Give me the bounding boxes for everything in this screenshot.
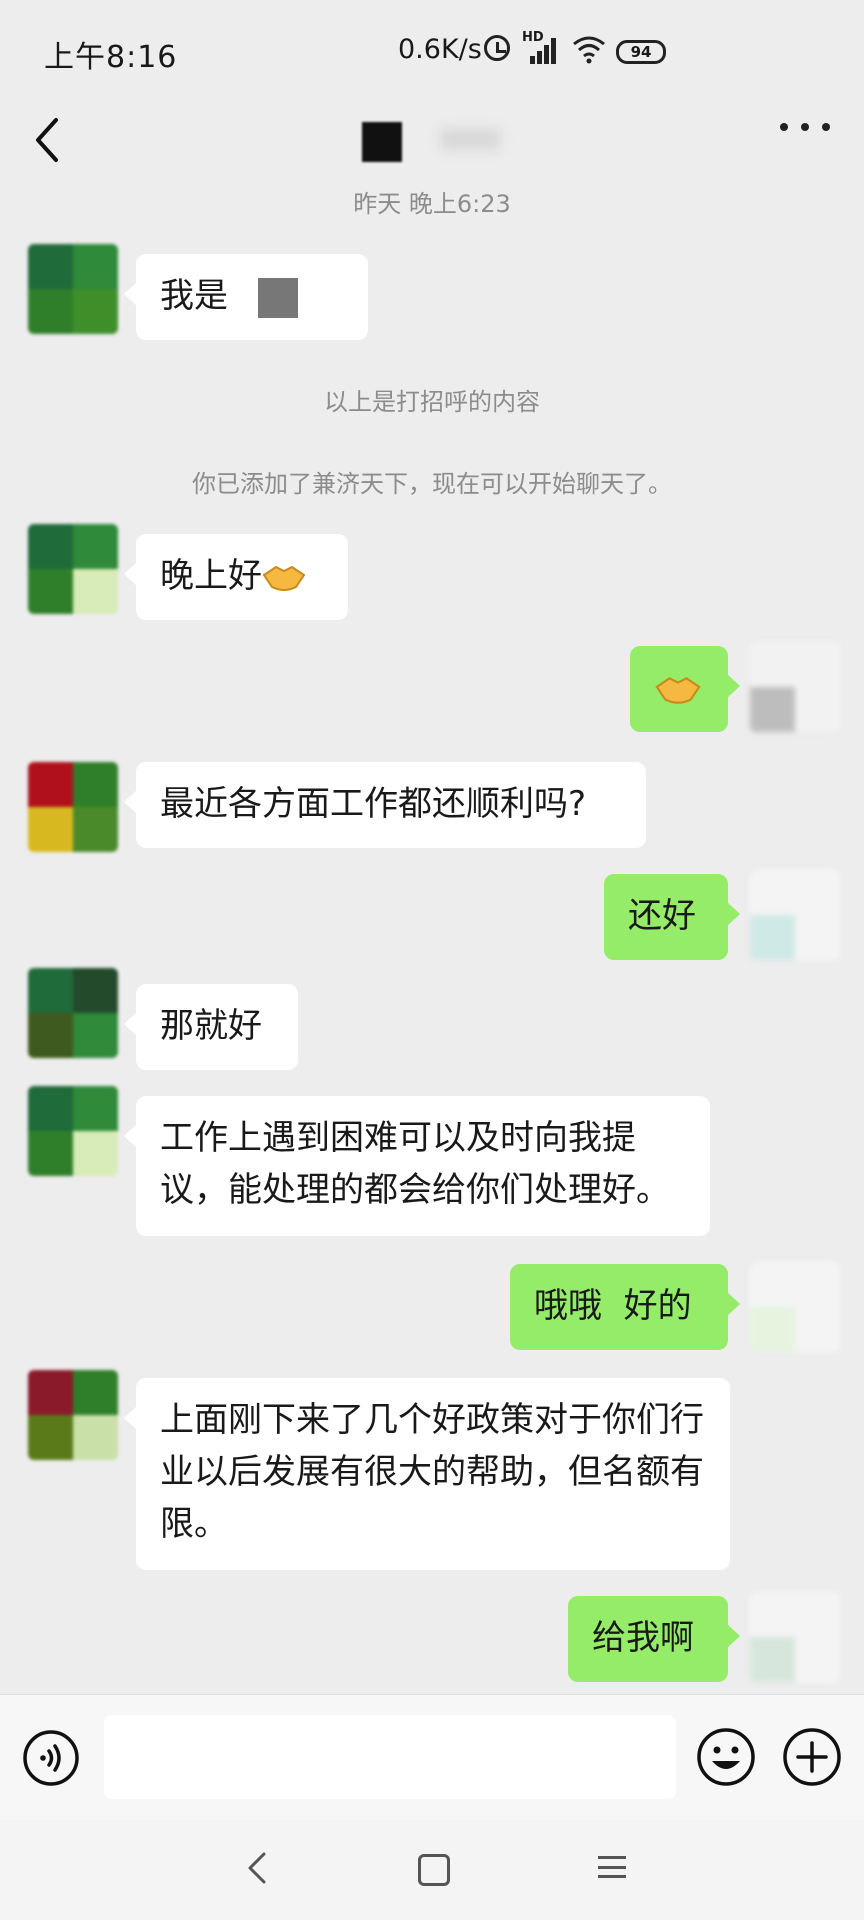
self-avatar[interactable] bbox=[750, 642, 840, 732]
nav-home-icon[interactable] bbox=[418, 1854, 450, 1886]
contact-name-redacted bbox=[362, 122, 402, 162]
avatar[interactable] bbox=[28, 1086, 118, 1176]
status-time: 上午8:16 bbox=[44, 40, 178, 75]
message-text: 最近各方面工作都还顺利吗? bbox=[160, 784, 587, 824]
message-bubble[interactable]: 给我啊 bbox=[568, 1596, 740, 1682]
message-text: 哦哦 好的 bbox=[534, 1286, 692, 1326]
system-nav-bar bbox=[0, 1820, 864, 1920]
handshake-emoji-icon bbox=[655, 676, 701, 704]
redacted-block bbox=[258, 277, 298, 318]
avatar[interactable] bbox=[28, 1370, 118, 1460]
chevron-left-icon[interactable] bbox=[28, 112, 68, 168]
voice-icon[interactable] bbox=[22, 1729, 80, 1787]
avatar[interactable] bbox=[28, 968, 118, 1058]
signal-icon bbox=[530, 38, 558, 64]
handshake-emoji-icon bbox=[262, 565, 306, 591]
network-speed: 0.6K/s bbox=[398, 34, 482, 65]
contact-name-blur bbox=[440, 128, 500, 150]
self-avatar[interactable] bbox=[750, 1592, 840, 1682]
message-text: 给我啊 bbox=[592, 1618, 694, 1658]
alarm-icon bbox=[484, 35, 510, 61]
added-notice: 你已添加了兼济天下，现在可以开始聊天了。 bbox=[192, 470, 672, 498]
message-bubble[interactable] bbox=[630, 646, 740, 732]
message-bubble[interactable]: 工作上遇到困难可以及时向我提议，能处理的都会给你们处理好。 bbox=[124, 1096, 710, 1236]
wifi-icon bbox=[573, 36, 605, 64]
message-bubble[interactable]: 最近各方面工作都还顺利吗? bbox=[124, 762, 646, 848]
self-avatar[interactable] bbox=[750, 870, 840, 960]
message-input[interactable] bbox=[104, 1715, 676, 1799]
message-text: 我是 bbox=[160, 276, 228, 316]
chat-header bbox=[0, 100, 864, 190]
message-bubble[interactable]: 上面刚下来了几个好政策对于你们行业以后发展有很大的帮助，但名额有限。 bbox=[124, 1378, 730, 1570]
greeting-notice: 以上是打招呼的内容 bbox=[324, 388, 540, 416]
avatar[interactable] bbox=[28, 762, 118, 852]
message-text: 工作上遇到困难可以及时向我提议，能处理的都会给你们处理好。 bbox=[160, 1118, 670, 1210]
message-bubble[interactable]: 哦哦 好的 bbox=[510, 1264, 740, 1350]
avatar[interactable] bbox=[28, 524, 118, 614]
message-text: 晚上好 bbox=[160, 556, 262, 596]
message-bubble[interactable]: 我是 bbox=[124, 254, 368, 340]
message-bubble[interactable]: 晚上好 bbox=[124, 534, 348, 620]
message-text: 那就好 bbox=[160, 1006, 262, 1046]
input-bar bbox=[0, 1694, 864, 1821]
nav-menu-icon[interactable] bbox=[598, 1856, 626, 1878]
status-bar: 上午8:16 0.6K/s HD 94 bbox=[0, 0, 864, 100]
plus-icon[interactable] bbox=[782, 1727, 842, 1787]
emoji-icon[interactable] bbox=[696, 1727, 756, 1787]
battery-indicator: 94 bbox=[616, 40, 666, 64]
message-bubble[interactable]: 还好 bbox=[604, 874, 740, 960]
message-text: 上面刚下来了几个好政策对于你们行业以后发展有很大的帮助，但名额有限。 bbox=[160, 1400, 704, 1544]
more-dots-icon[interactable] bbox=[780, 118, 830, 136]
nav-back-icon[interactable] bbox=[244, 1850, 272, 1886]
message-text: 还好 bbox=[628, 896, 696, 936]
self-avatar[interactable] bbox=[750, 1262, 840, 1352]
message-bubble[interactable]: 那就好 bbox=[124, 984, 298, 1070]
avatar[interactable] bbox=[28, 244, 118, 334]
date-divider: 昨天 晚上6:23 bbox=[353, 190, 511, 218]
